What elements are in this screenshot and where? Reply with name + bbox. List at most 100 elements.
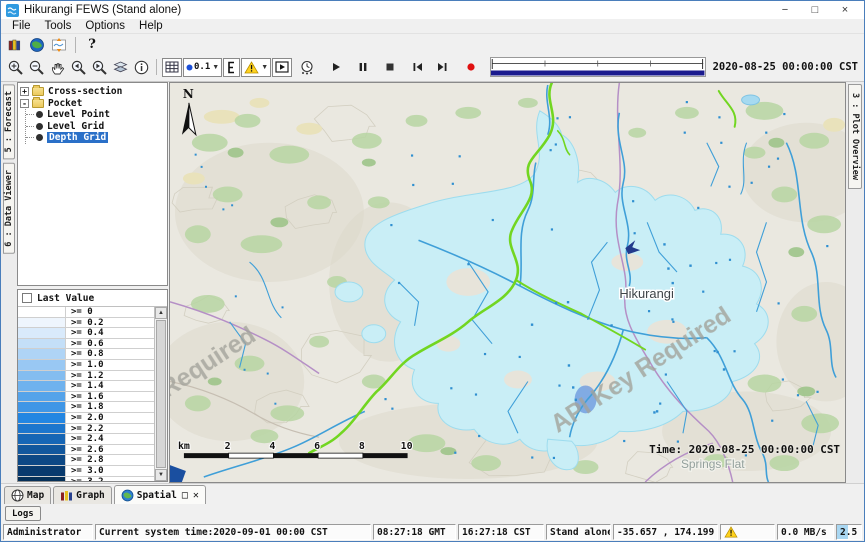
animation-button[interactable] [272, 58, 292, 77]
title-bar: Hikurangi FEWS (Stand alone) − □ × [1, 1, 864, 19]
map-viewport[interactable]: API Key Required API Key Required N Hiku… [169, 82, 846, 483]
menu-file[interactable]: File [5, 20, 38, 32]
hand-icon [49, 59, 66, 76]
maximize-tab-icon[interactable]: □ [182, 490, 188, 501]
status-user: Administrator [3, 524, 93, 540]
close-tab-icon[interactable]: ✕ [193, 490, 199, 501]
place-label: Springs Flat [681, 457, 745, 471]
legend-color-swatch [18, 434, 66, 444]
expand-icon[interactable]: + [20, 87, 29, 96]
tree-item-depth-grid[interactable]: Depth Grid [26, 132, 165, 144]
lake [742, 95, 760, 105]
maximize-button[interactable]: □ [800, 2, 830, 19]
tree-item-cross-section[interactable]: + Cross-section [20, 86, 165, 98]
thresholds-dropdown[interactable]: ▼ [241, 58, 271, 77]
timeline-slider[interactable] [490, 57, 705, 77]
toolbar-main: 0.1 ▼ ▼ [1, 55, 864, 82]
step-forward-button[interactable] [432, 57, 452, 77]
map-canvas[interactable]: API Key Required API Key Required N Hiku… [170, 83, 845, 482]
scroll-down-icon[interactable]: ▼ [155, 469, 167, 481]
data-viewer-button[interactable] [5, 35, 25, 55]
legend-row[interactable]: >= 2.4 [18, 434, 154, 445]
tab-data-viewer[interactable]: 6 : Data Viewer [3, 163, 15, 254]
legend-row[interactable]: >= 3.0 [18, 466, 154, 477]
zoom-out-button[interactable] [26, 57, 46, 77]
legend-row[interactable]: >= 0.8 [18, 349, 154, 360]
contour-interval-dropdown[interactable]: 0.1 ▼ [183, 58, 222, 77]
logs-row: Logs [1, 504, 864, 523]
close-button[interactable]: × [830, 2, 860, 19]
tab-plot-overview[interactable]: 3 : Plot Overview [848, 84, 862, 189]
pan-button[interactable] [47, 57, 67, 77]
bottom-tab-bar: Map Graph Spatial □ ✕ [1, 483, 864, 504]
legend-row[interactable]: >= 1.8 [18, 402, 154, 413]
menu-help[interactable]: Help [132, 20, 170, 32]
menu-options[interactable]: Options [78, 20, 132, 32]
legend-row[interactable]: >= 1.6 [18, 392, 154, 403]
tab-label: Spatial [137, 490, 177, 501]
tree-item-level-grid[interactable]: Level Grid [26, 121, 165, 133]
svg-text:4: 4 [269, 441, 275, 452]
legend-color-swatch [18, 318, 66, 328]
legend-row[interactable]: >= 2.2 [18, 424, 154, 435]
tab-spatial[interactable]: Spatial □ ✕ [114, 485, 206, 504]
grid-display-button[interactable] [162, 58, 182, 77]
question-mark-icon: ? [88, 37, 96, 52]
legend-row[interactable]: >= 1.2 [18, 371, 154, 382]
zoom-next-button[interactable] [89, 57, 109, 77]
tree-item-level-point[interactable]: Level Point [26, 109, 165, 121]
legend-color-swatch [18, 339, 66, 349]
zoom-in-button[interactable] [5, 57, 25, 77]
layers-button[interactable] [110, 57, 130, 77]
map-time-label: Time: 2020-08-25 00:00:00 CST [649, 443, 840, 456]
tree-item-pocket[interactable]: - Pocket [20, 98, 165, 110]
menu-tools[interactable]: Tools [38, 20, 79, 32]
legend-row[interactable]: >= 1.0 [18, 360, 154, 371]
info-button[interactable] [131, 57, 151, 77]
legend-row[interactable]: >= 1.4 [18, 381, 154, 392]
legend-header: Last Value [18, 290, 167, 306]
logs-button[interactable]: Logs [5, 506, 41, 521]
svg-text:N: N [183, 87, 194, 101]
zoom-next-icon [91, 59, 108, 76]
legend-row[interactable]: >= 0.2 [18, 318, 154, 329]
spatial-display-button[interactable] [49, 35, 69, 55]
blue-dot-icon [186, 64, 193, 71]
tab-forecast[interactable]: 5 : Forecast [3, 84, 15, 159]
collapse-icon[interactable]: - [20, 99, 29, 108]
legend-row[interactable]: >= 2.0 [18, 413, 154, 424]
legend-row[interactable]: >= 2.8 [18, 455, 154, 466]
legend-row-label: >= 0.4 [66, 328, 154, 338]
pause-button[interactable] [353, 57, 373, 77]
svg-text:6: 6 [314, 441, 320, 452]
zoom-previous-button[interactable] [68, 57, 88, 77]
legend-row[interactable]: >= 3.2 [18, 477, 154, 482]
legend-row[interactable]: >= 2.6 [18, 445, 154, 456]
tab-label: Map [27, 490, 44, 501]
scroll-up-icon[interactable]: ▲ [155, 307, 167, 319]
map-display-button[interactable] [27, 35, 47, 55]
status-coordinates: -35.657 , 174.199 [613, 524, 718, 540]
legend-list: >= 0>= 0.2>= 0.4>= 0.6>= 0.8>= 1.0>= 1.2… [18, 306, 167, 481]
help-button[interactable]: ? [82, 35, 102, 55]
legend-row[interactable]: >= 0.6 [18, 339, 154, 350]
step-back-button[interactable] [407, 57, 427, 77]
legend-icon [226, 61, 237, 74]
last-value-checkbox[interactable] [22, 293, 32, 303]
tab-graph[interactable]: Graph [53, 486, 112, 504]
stop-button[interactable] [380, 57, 400, 77]
interval-clock-button[interactable] [297, 57, 317, 77]
legend-color-swatch [18, 360, 66, 370]
minimize-button[interactable]: − [770, 2, 800, 19]
scrollbar-thumb[interactable] [156, 320, 166, 468]
legend-scrollbar[interactable]: ▲ ▼ [154, 307, 167, 481]
play-button[interactable] [326, 57, 346, 77]
tab-map[interactable]: Map [4, 486, 51, 504]
step-forward-icon [436, 61, 449, 73]
legend-row[interactable]: >= 0 [18, 307, 154, 318]
status-warnings[interactable] [720, 524, 775, 540]
record-button[interactable] [461, 57, 481, 77]
application-window: Hikurangi FEWS (Stand alone) − □ × File … [0, 0, 865, 542]
legend-toggle-button[interactable] [223, 58, 240, 77]
legend-row[interactable]: >= 0.4 [18, 328, 154, 339]
